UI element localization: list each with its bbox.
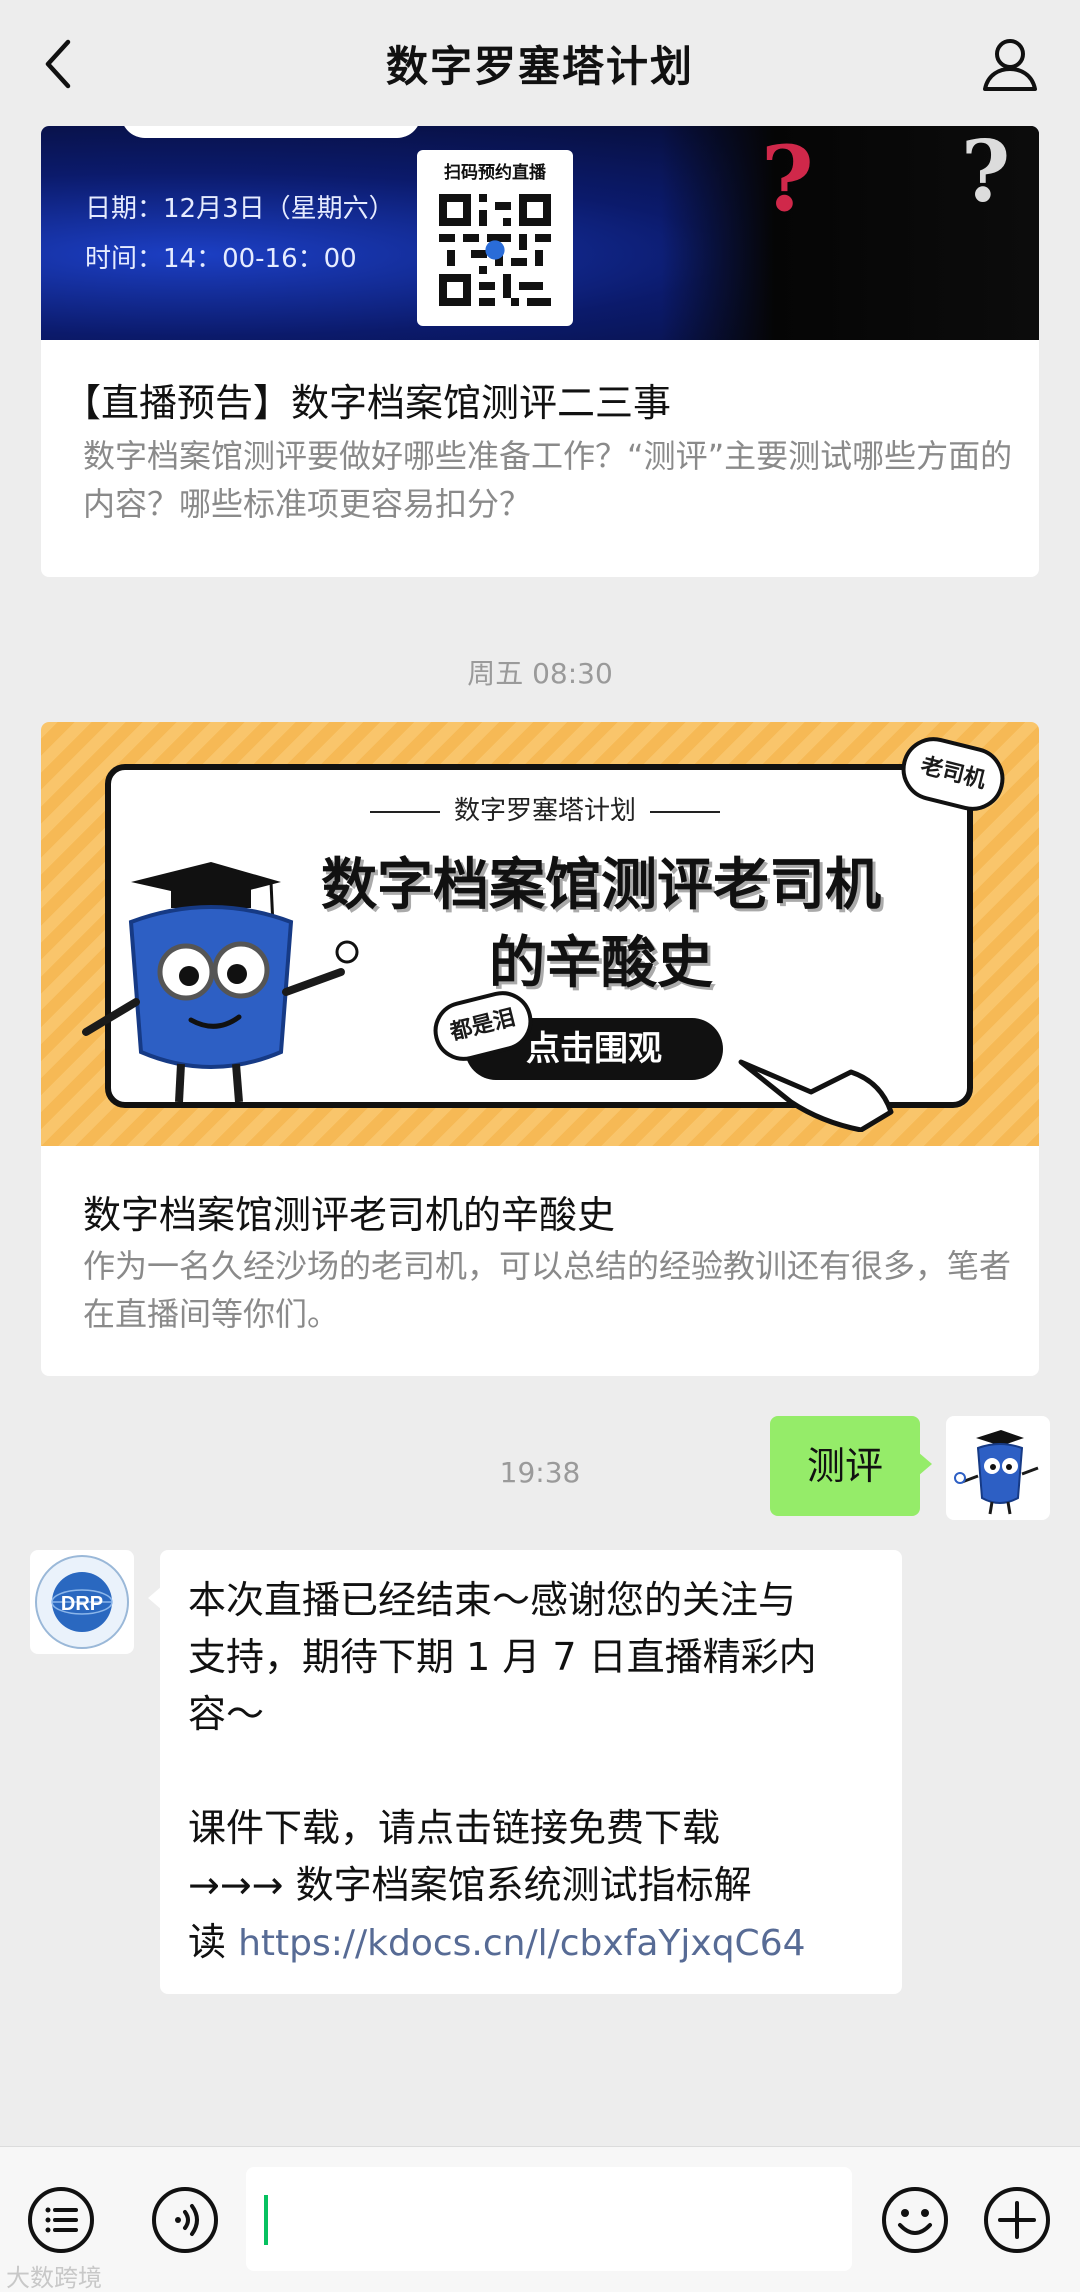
bot-avatar[interactable]: DRP xyxy=(30,1550,134,1654)
page-title: 数字罗塞塔计划 xyxy=(385,41,694,91)
text-caret xyxy=(264,2195,268,2245)
outgoing-message-bubble[interactable]: 测评 xyxy=(770,1416,932,1516)
voice-button[interactable] xyxy=(150,2185,220,2255)
article-cover-image: 数字罗塞塔计划 数字档案馆测评老司机 的辛酸史 点击围观 都是泪 老司机 xyxy=(41,722,1039,1146)
message-line: →→→ 数字档案馆系统测试指标解 xyxy=(188,1863,752,1907)
article-cover-image: 日期：12月3日（星期六） 时间：14：00-16：00 扫码预约直播 ? ? xyxy=(41,126,1039,340)
my-avatar[interactable] xyxy=(946,1416,1050,1520)
qr-code-icon xyxy=(439,194,551,306)
emoji-icon xyxy=(882,2187,948,2253)
mascot-avatar-icon xyxy=(954,1430,1039,1515)
download-link[interactable]: https://kdocs.cn/l/cbxfaYjxqC64 xyxy=(238,1923,805,1964)
plus-button[interactable] xyxy=(982,2185,1052,2255)
back-button[interactable] xyxy=(30,36,86,92)
profile-button[interactable] xyxy=(980,34,1040,94)
cover-white-pill xyxy=(121,126,421,138)
message-input[interactable] xyxy=(246,2167,852,2271)
message-line: 容～ xyxy=(188,1692,265,1736)
watermark: 大数跨境 xyxy=(6,2264,102,2292)
mascot-illustration-icon xyxy=(82,862,359,1103)
article-card-veteran-story[interactable]: 数字罗塞塔计划 数字档案馆测评老司机 的辛酸史 点击围观 都是泪 老司机 数字档… xyxy=(41,722,1039,1376)
chevron-left-icon xyxy=(45,39,71,89)
cover-time: 时间：14：00-16：00 xyxy=(85,244,357,274)
article-card-live-preview[interactable]: 日期：12月3日（星期六） 时间：14：00-16：00 扫码预约直播 ? ? … xyxy=(41,126,1039,577)
qr-label: 扫码预约直播 xyxy=(444,163,546,183)
cover-date: 日期：12月3日（星期六） xyxy=(85,194,395,224)
article-title: 【直播预告】数字档案馆测评二三事 xyxy=(63,381,672,425)
article-description: 作为一名久经沙场的老司机，可以总结的经验教训还有很多，笔者在直播间等你们。 xyxy=(83,1247,1012,1333)
drp-logo-icon: DRP xyxy=(35,1555,129,1649)
qr-code-box: 扫码预约直播 xyxy=(417,150,573,326)
person-icon xyxy=(983,39,1037,91)
article-description: 数字档案馆测评要做好哪些准备工作？“测评”主要测试哪些方面的内容？哪些标准项更容… xyxy=(83,437,1013,523)
plus-icon xyxy=(984,2187,1050,2253)
message-line xyxy=(188,1743,874,1800)
message-line: 本次直播已经结束～感谢您的关注与 xyxy=(188,1578,797,1622)
message-line-prefix: 读 xyxy=(188,1920,239,1964)
timestamp: 周五 08:30 xyxy=(467,657,613,690)
menu-list-icon xyxy=(28,2187,94,2253)
incoming-message-bubble[interactable]: 本次直播已经结束～感谢您的关注与 支持，期待下期 1 月 7 日直播精彩内 容～… xyxy=(148,1550,902,1994)
article-title: 数字档案馆测评老司机的辛酸史 xyxy=(83,1193,616,1237)
message-line: 支持，期待下期 1 月 7 日直播精彩内 xyxy=(188,1635,817,1679)
voice-icon xyxy=(152,2187,218,2253)
pointing-hand-icon xyxy=(738,1059,894,1132)
cover-dark-silhouette: ? ? xyxy=(661,126,1039,340)
question-mark-white-icon: ? xyxy=(961,126,1011,221)
top-bar: 数字罗塞塔计划 xyxy=(0,0,1080,126)
input-toolbar xyxy=(0,2146,1080,2292)
message-line-with-link: 读 https://kdocs.cn/l/cbxfaYjxqC64 xyxy=(188,1914,874,1971)
emoji-button[interactable] xyxy=(880,2185,950,2255)
question-mark-red-icon: ? xyxy=(761,126,814,232)
bot-avatar-text: DRP xyxy=(61,1593,103,1615)
menu-button[interactable] xyxy=(26,2185,96,2255)
cover-brand: 数字罗塞塔计划 xyxy=(111,790,979,827)
message-line: 课件下载，请点击链接免费下载 xyxy=(188,1806,721,1850)
